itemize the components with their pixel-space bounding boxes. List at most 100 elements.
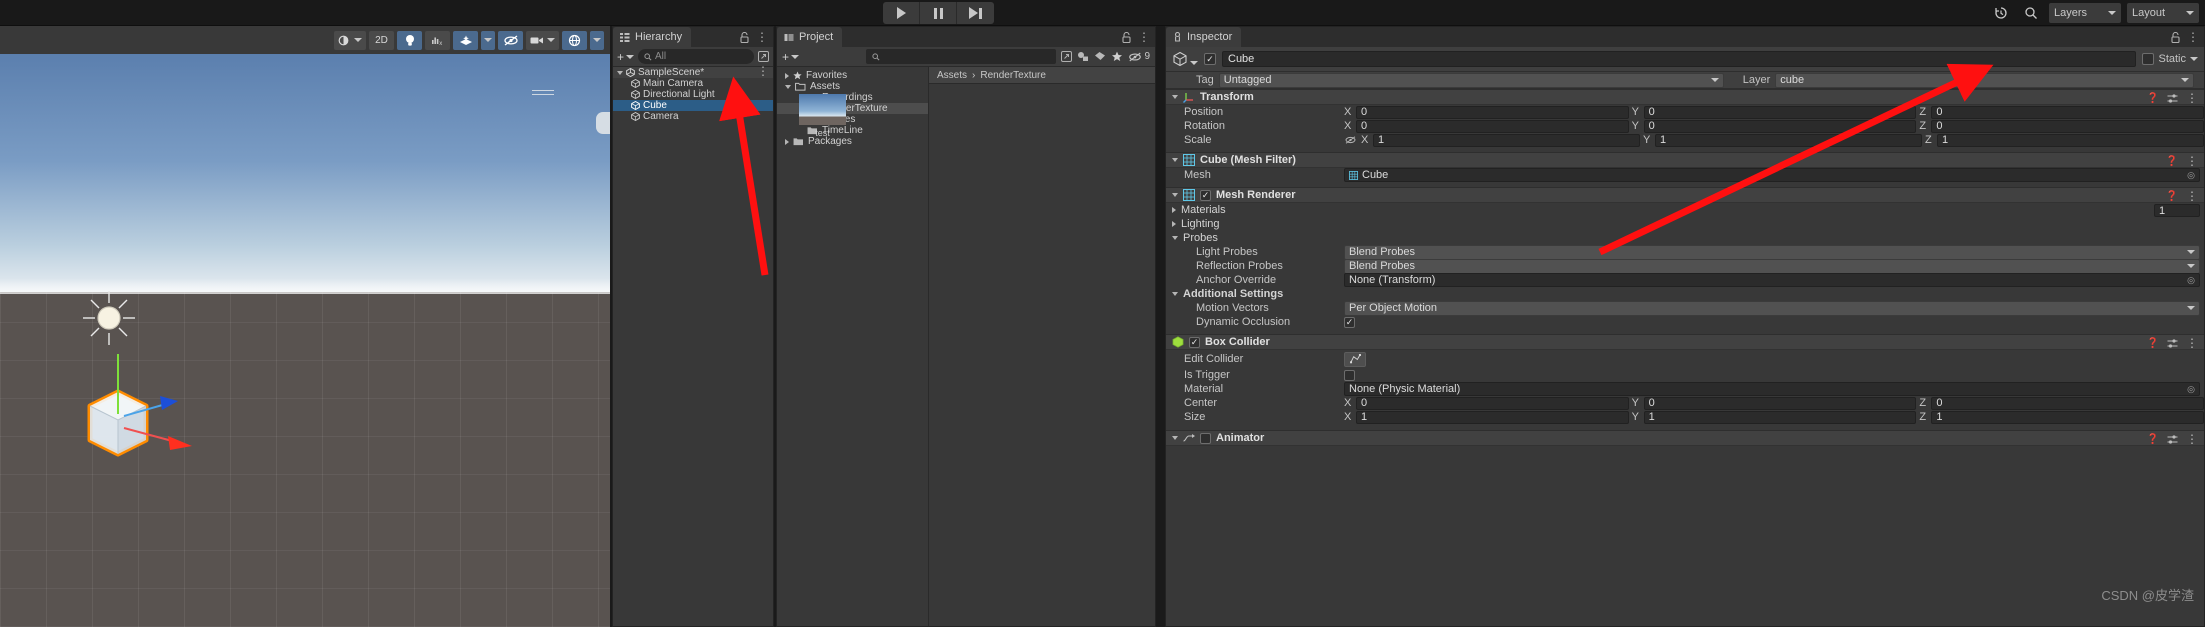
tag-dropdown[interactable]: Untagged — [1218, 72, 1724, 88]
scene-gizmos-dropdown[interactable] — [590, 30, 604, 50]
hierarchy-item[interactable]: Directional Light — [613, 89, 773, 100]
hierarchy-search-input[interactable]: All — [638, 49, 754, 64]
scene-fx-toggle[interactable] — [453, 30, 478, 50]
collider-material-field[interactable]: None (Physic Material) ◎ — [1344, 382, 2200, 396]
project-filter-type-icon[interactable] — [1077, 51, 1089, 62]
hierarchy-add-button[interactable]: + — [617, 50, 635, 64]
chevron-right-icon[interactable] — [785, 72, 789, 79]
project-favorite-icon[interactable] — [1111, 51, 1123, 62]
project-label-icon[interactable] — [1094, 51, 1106, 62]
component-header-transform[interactable]: Transform ❓ ⋮ — [1166, 89, 2204, 105]
center-z-field[interactable]: 0 — [1931, 396, 2204, 410]
size-x-field[interactable]: 1 — [1356, 410, 1629, 424]
center-y-field[interactable]: 0 — [1643, 396, 1917, 410]
position-y-field[interactable]: 0 — [1643, 105, 1917, 119]
kebab-icon[interactable]: ⋮ — [2186, 155, 2198, 167]
chevron-down-icon[interactable] — [1172, 236, 1178, 240]
mesh-renderer-enabled-checkbox[interactable]: ✓ — [1200, 189, 1211, 201]
scale-x-field[interactable]: 1 — [1373, 133, 1640, 147]
scene-visibility-toggle[interactable] — [498, 30, 523, 50]
rotation-y-field[interactable]: 0 — [1643, 119, 1917, 133]
project-add-button[interactable]: + — [782, 50, 800, 64]
help-icon[interactable]: ❓ — [2147, 434, 2159, 445]
shading-mode-dropdown[interactable] — [334, 30, 366, 50]
help-icon[interactable]: ❓ — [2147, 338, 2159, 349]
scene-audio-toggle[interactable]: x — [425, 30, 450, 50]
light-probes-dropdown[interactable]: Blend Probes — [1344, 244, 2200, 260]
chevron-down-icon[interactable] — [617, 70, 623, 75]
tab-hierarchy[interactable]: Hierarchy — [613, 27, 692, 47]
project-tree-item[interactable]: Assets — [777, 81, 928, 92]
chevron-down-icon[interactable] — [2190, 57, 2198, 61]
scene-camera-button[interactable] — [526, 30, 559, 50]
animator-enabled-checkbox[interactable] — [1200, 432, 1211, 444]
lock-icon[interactable] — [2171, 31, 2180, 43]
help-icon[interactable]: ❓ — [2166, 156, 2178, 167]
edit-collider-button[interactable] — [1344, 351, 1366, 367]
probes-foldout[interactable]: Probes — [1166, 231, 2204, 245]
layout-dropdown[interactable]: Layout — [2127, 3, 2199, 23]
play-button[interactable] — [883, 2, 920, 24]
asset-item[interactable]: test — [799, 94, 846, 138]
chevron-down-icon[interactable] — [1190, 61, 1198, 65]
is-trigger-checkbox[interactable] — [1344, 369, 1355, 381]
motion-vectors-dropdown[interactable]: Per Object Motion — [1344, 300, 2200, 316]
history-icon[interactable] — [1989, 3, 2013, 23]
lock-icon[interactable] — [740, 31, 749, 43]
preset-icon[interactable] — [2167, 338, 2178, 349]
kebab-icon[interactable]: ⋮ — [2186, 433, 2198, 445]
component-header-mesh-filter[interactable]: Cube (Mesh Filter) ❓ ⋮ — [1166, 152, 2204, 168]
breadcrumb-item-1[interactable]: RenderTexture — [980, 70, 1046, 81]
anchor-override-field[interactable]: None (Transform) ◎ — [1344, 273, 2200, 287]
box-collider-enabled-checkbox[interactable]: ✓ — [1189, 336, 1200, 348]
tab-inspector[interactable]: Inspector — [1166, 27, 1242, 47]
object-name-field[interactable]: Cube — [1222, 51, 2137, 67]
lock-icon[interactable] — [1122, 31, 1131, 43]
object-picker-icon[interactable]: ◎ — [2187, 275, 2195, 286]
hierarchy-scene-row[interactable]: SampleScene* ⋮ — [613, 65, 773, 78]
scale-z-field[interactable]: 1 — [1937, 133, 2204, 147]
help-icon[interactable]: ❓ — [2166, 191, 2178, 202]
size-y-field[interactable]: 1 — [1643, 410, 1917, 424]
project-search-input[interactable] — [866, 49, 1057, 64]
hierarchy-item[interactable]: Main Camera — [613, 78, 773, 89]
kebab-icon[interactable]: ⋮ — [2187, 31, 2199, 43]
component-header-box-collider[interactable]: ✓ Box Collider ❓ ⋮ — [1166, 334, 2204, 350]
preset-icon[interactable] — [2167, 93, 2178, 104]
kebab-icon[interactable]: ⋮ — [756, 31, 768, 43]
additional-settings-foldout[interactable]: Additional Settings — [1166, 287, 2204, 301]
chevron-down-icon[interactable] — [1172, 158, 1178, 162]
breadcrumb-item-0[interactable]: Assets — [937, 70, 967, 81]
materials-count-field[interactable]: 1 — [2154, 204, 2200, 217]
chevron-down-icon[interactable] — [785, 84, 791, 89]
scene-gizmos-toggle[interactable] — [562, 30, 587, 50]
size-z-field[interactable]: 1 — [1931, 410, 2204, 424]
pause-button[interactable] — [920, 2, 957, 24]
project-tree-item[interactable]: Favorites — [777, 70, 928, 81]
step-button[interactable] — [957, 2, 994, 24]
chevron-down-icon[interactable] — [1172, 193, 1178, 197]
kebab-icon[interactable]: ⋮ — [757, 65, 769, 77]
project-expand-icon[interactable] — [1061, 51, 1073, 62]
layer-dropdown[interactable]: cube — [1775, 72, 2194, 88]
rotation-z-field[interactable]: 0 — [1931, 119, 2204, 133]
scene-viewport[interactable]: y x Persp — [0, 54, 610, 627]
center-x-field[interactable]: 0 — [1356, 396, 1629, 410]
reflection-probes-dropdown[interactable]: Blend Probes — [1344, 258, 2200, 274]
chevron-down-icon[interactable] — [1172, 292, 1178, 296]
object-enabled-checkbox[interactable]: ✓ — [1204, 53, 1216, 65]
constrain-proportions-icon[interactable] — [1344, 135, 1357, 145]
object-picker-icon[interactable]: ◎ — [2187, 170, 2195, 181]
scene-lighting-toggle[interactable] — [397, 30, 422, 50]
kebab-icon[interactable]: ⋮ — [1138, 31, 1150, 43]
selected-cube-gizmo[interactable] — [80, 354, 280, 494]
dynamic-occlusion-checkbox[interactable]: ✓ — [1344, 316, 1355, 328]
mesh-object-field[interactable]: Cube ◎ — [1344, 168, 2200, 182]
component-header-mesh-renderer[interactable]: ✓ Mesh Renderer ❓ ⋮ — [1166, 187, 2204, 203]
preset-icon[interactable] — [2167, 434, 2178, 445]
tab-project[interactable]: Project — [777, 27, 843, 47]
kebab-icon[interactable]: ⋮ — [2186, 337, 2198, 349]
chevron-right-icon[interactable] — [1172, 221, 1176, 227]
hierarchy-expand-icon[interactable] — [758, 51, 769, 62]
scale-y-field[interactable]: 1 — [1655, 133, 1922, 147]
